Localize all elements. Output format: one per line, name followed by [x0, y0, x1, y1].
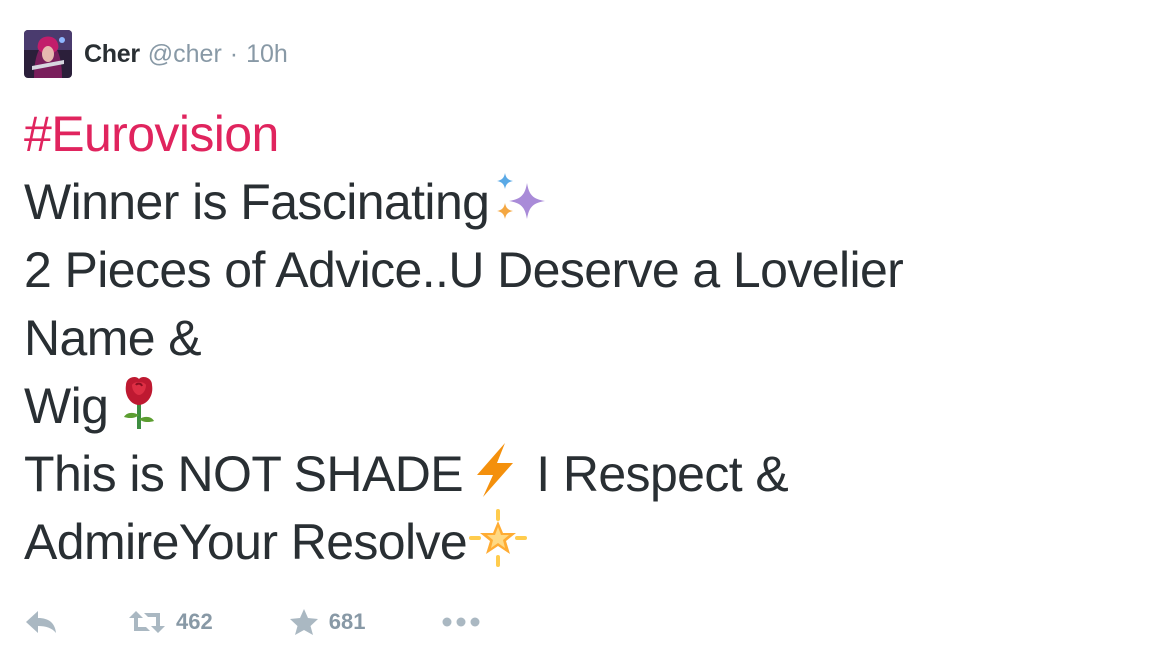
sparkles-icon [491, 169, 549, 227]
favorite-button[interactable]: 681 [289, 608, 366, 636]
tweet-text: #Eurovision Winner is Fascinating 2 Piec… [24, 100, 1134, 576]
text-line-6-label: AdmireYour Resolve [24, 514, 468, 570]
separator: · [229, 39, 239, 68]
lightning-icon [465, 441, 523, 499]
glowing-star-icon [469, 509, 528, 567]
hashtag-link[interactable]: #Eurovision [24, 100, 1134, 168]
reply-icon [24, 609, 58, 635]
retweet-count: 462 [176, 609, 213, 634]
text-line-6: AdmireYour Resolve [24, 508, 1134, 576]
tweet-header: Cher @cher · 10h [24, 30, 288, 78]
more-icon [441, 616, 481, 628]
text-line-5-start: This is NOT SHADE [24, 446, 464, 502]
text-line-2: 2 Pieces of Advice..U Deserve a Lovelier [24, 242, 904, 298]
rose-icon [110, 373, 168, 431]
text-line-3: Name & [24, 310, 202, 366]
retweet-icon [128, 609, 166, 635]
retweet-button[interactable]: 462 [128, 609, 213, 635]
text-line-1-label: Winner is Fascinating [24, 174, 490, 230]
tweet: Cher @cher · 10h #Eurovision Winner is F… [0, 0, 1162, 656]
timestamp[interactable]: 10h [246, 40, 288, 69]
text-line-1: Winner is Fascinating [24, 168, 1134, 236]
text-line-5: This is NOT SHADE I Respect & [24, 440, 1134, 508]
tweet-actions: 462 681 [24, 600, 481, 644]
avatar[interactable] [24, 30, 72, 78]
favorite-count: 681 [328, 609, 366, 634]
reply-button[interactable] [24, 609, 58, 635]
star-icon [289, 608, 319, 636]
text-line-5-end: I Respect & [522, 446, 789, 502]
text-line-4: Wig [24, 372, 1134, 440]
text-line-4-label: Wig [24, 378, 109, 434]
more-button[interactable] [441, 616, 481, 628]
author-handle[interactable]: @cher [148, 40, 222, 69]
author-name[interactable]: Cher [84, 40, 140, 69]
